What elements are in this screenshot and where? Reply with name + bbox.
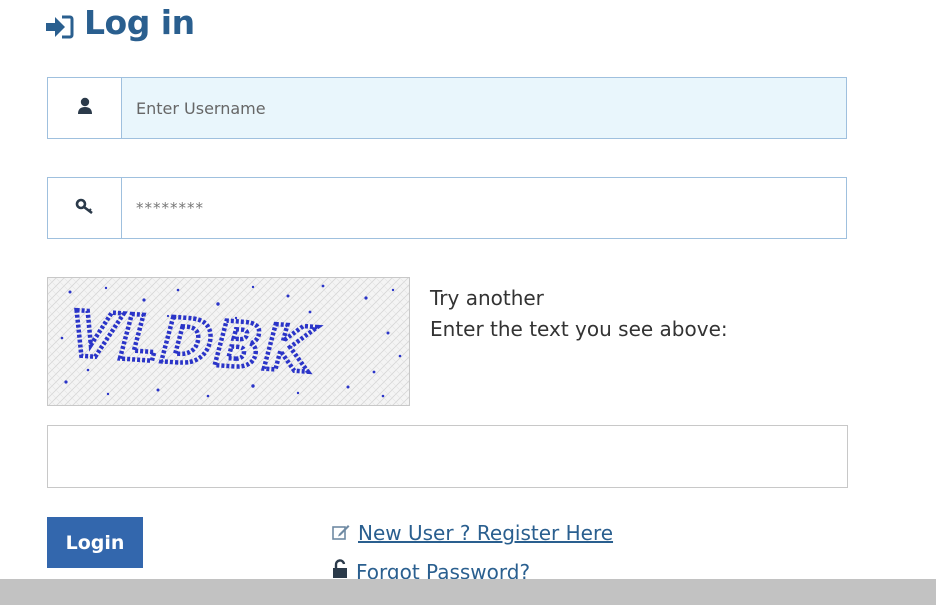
login-button[interactable]: Login: [47, 517, 143, 568]
password-addon: [48, 178, 122, 238]
username-addon: [48, 78, 122, 138]
page-title-text: Log in: [84, 2, 195, 42]
password-input[interactable]: ********: [122, 178, 846, 238]
edit-icon: [332, 521, 350, 545]
user-icon: [77, 97, 93, 120]
key-icon: [75, 198, 95, 219]
sign-in-icon: [44, 9, 74, 39]
page-title: Log in: [44, 2, 195, 42]
bottom-bar: [0, 579, 936, 605]
captcha-input[interactable]: [47, 425, 848, 488]
try-another-link[interactable]: Try another: [430, 283, 728, 314]
captcha-image: VLDBK: [47, 277, 410, 406]
register-link-label[interactable]: New User ? Register Here: [358, 521, 613, 545]
username-input[interactable]: Enter Username: [122, 78, 846, 138]
username-field-group: Enter Username: [47, 77, 847, 139]
captcha-prompt: Enter the text you see above:: [430, 317, 728, 341]
captcha-side-panel: Try another Enter the text you see above…: [430, 283, 728, 345]
register-link[interactable]: New User ? Register Here: [332, 521, 613, 545]
password-field-group: ********: [47, 177, 847, 239]
